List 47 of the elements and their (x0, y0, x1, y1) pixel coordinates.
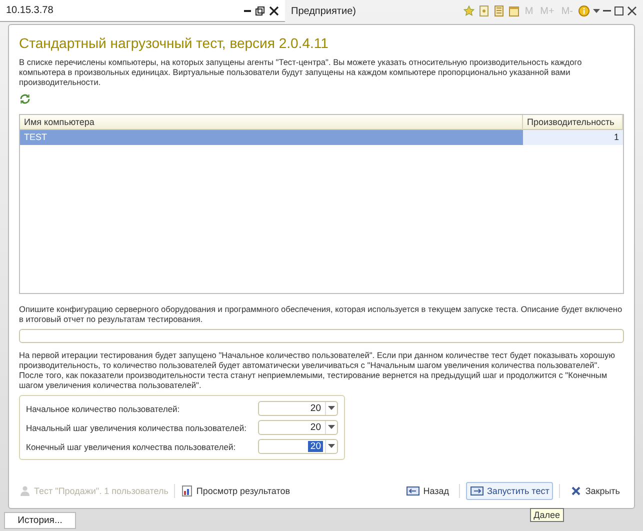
column-header[interactable]: Имя компьютера (20, 115, 523, 130)
close-icon (570, 485, 582, 497)
column-header[interactable]: Производительность (523, 115, 623, 130)
minimize-icon (244, 10, 251, 12)
window-title: 10.15.3.78 (6, 5, 54, 16)
action-button[interactable]: Назад (402, 482, 453, 500)
user-icon (19, 485, 31, 497)
info-icon (578, 5, 590, 17)
config-input-field[interactable] (19, 329, 624, 343)
action-button[interactable]: Закрыть (566, 482, 624, 500)
close-icon (627, 6, 637, 16)
action-button[interactable]: Запустить тест (466, 482, 554, 500)
calendar-icon (508, 5, 520, 17)
caret-icon (328, 444, 335, 449)
calculator-icon (492, 5, 505, 17)
star-icon (462, 5, 475, 17)
number-field[interactable]: 20 (258, 420, 338, 435)
refresh-icon (19, 93, 31, 105)
field-value: 20 (309, 403, 322, 414)
intro-text: В списке перечислены компьютеры, на которых запущены агенты "Тест-центра". Вы можете указать относительную производительность каждого компьютера в произвольных единицах. Виртуальные пользователи будут запущены на каждом компьютере пропорционально указанной вами производительности. (19, 57, 583, 87)
field-value: 20 (308, 441, 323, 452)
maximize-icon (614, 6, 624, 16)
form-title: Стандартный нагрузочный тест, версия 2.0.4.11 (19, 35, 330, 51)
table-cell: TEST (20, 130, 523, 145)
forward-icon (470, 485, 484, 497)
history-button[interactable]: История... (4, 512, 76, 528)
field-label: Конечный шаг увеличения колчества пользователей: (26, 442, 236, 452)
config-prompt: Опишите конфигурацию серверного оборудования и программного обеспечения, которая используется в текущем запуске теста. Описание будет включено в итоговый отчет по результатам тестирования. (19, 304, 624, 324)
caret-icon (328, 406, 335, 411)
back-icon (406, 485, 420, 497)
number-field[interactable]: 20 (258, 439, 338, 454)
restore-icon (255, 6, 265, 16)
tooltip: Далее (530, 508, 564, 522)
field-label: Начальный шаг увеличения количества пользователей: (26, 422, 246, 432)
report-icon (181, 485, 194, 497)
field-label: Начальное количество пользователей: (26, 404, 180, 414)
iteration-note: На первой итерации тестирования будет запущено "Начальное количество пользователей". Если при данном количестве тест будет показывать хорошую производительность, то количество пользователей будет автоматически увеличиваться с "Начальным шагом увеличения количества пользователей". После того, как показатели производительности теста станут неприемлемыми, тестирование вернется на предыдущий шаг и продолжится с "Конечным шагом увеличения количества пользователей". (19, 350, 616, 390)
bookmark-icon (478, 5, 490, 17)
field-value: 20 (309, 422, 322, 433)
caret-icon (593, 8, 600, 14)
minimize-icon (603, 10, 611, 12)
close-icon (269, 6, 279, 16)
table-cell: 1 (523, 130, 623, 145)
caret-icon (328, 425, 335, 430)
app-tab[interactable]: Предприятие) (291, 6, 463, 16)
footer-link[interactable]: Просмотр результатов (181, 485, 290, 497)
number-field[interactable]: 20 (258, 401, 338, 416)
